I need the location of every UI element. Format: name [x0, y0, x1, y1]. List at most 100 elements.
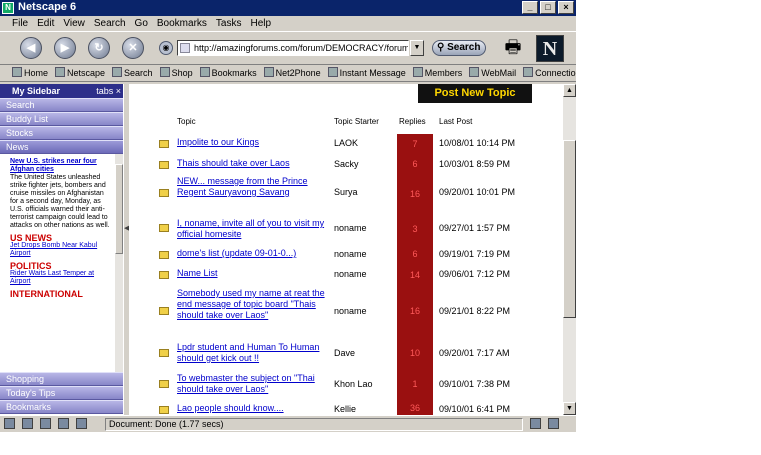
scrollbar-thumb[interactable] — [563, 140, 576, 318]
folder-icon — [159, 406, 169, 414]
toolbar-shop[interactable]: Shop — [159, 65, 193, 81]
back-button[interactable]: ◀ — [20, 37, 42, 59]
navigator-icon[interactable] — [4, 418, 15, 429]
toolbar-search[interactable]: Search — [112, 65, 153, 81]
menu-search[interactable]: Search — [94, 16, 126, 31]
topic-link[interactable]: I, noname, invite all of you to visit my… — [177, 218, 331, 240]
menu-view[interactable]: View — [63, 16, 85, 31]
chevron-down-icon: ▼ — [413, 44, 421, 51]
folder-icon — [159, 307, 169, 315]
reply-count: 6 — [397, 244, 433, 265]
scroll-down-button[interactable]: ▼ — [563, 402, 576, 415]
topic-link[interactable]: Thais should take over Laos — [177, 158, 331, 169]
print-icon[interactable]: 🖶 — [500, 37, 526, 57]
message-icon — [327, 67, 338, 77]
sidebar-tabs-menu[interactable]: tabs × — [96, 84, 121, 98]
topic-link[interactable]: Name List — [177, 268, 331, 279]
toolbar-members-label: Members — [424, 68, 463, 78]
header-topic-starter: Topic Starter — [334, 117, 379, 126]
sidebar-tabs-label: tabs — [96, 86, 114, 96]
topic-starter: Dave — [334, 348, 356, 358]
sidebar-tab-news[interactable]: News — [0, 140, 123, 154]
online-status-icon[interactable] — [530, 418, 541, 429]
toolbar-net2phone-label: Net2Phone — [275, 68, 321, 78]
post-new-topic-button[interactable]: Post New Topic — [418, 84, 532, 103]
maximize-button[interactable]: □ — [540, 1, 556, 14]
topic-link[interactable]: Lpdr student and Human To Human should g… — [177, 342, 331, 364]
topic-starter: LAOK — [334, 138, 359, 148]
security-lock-icon[interactable] — [548, 418, 559, 429]
toolbar-search-label: Search — [124, 68, 153, 78]
topic-link[interactable]: dome's list (update 09-01-0...) — [177, 248, 331, 259]
shop-icon — [159, 67, 170, 77]
sidebar-tab-todays-tips[interactable]: Today's Tips — [0, 386, 123, 400]
netscape-logo[interactable]: N — [536, 35, 564, 62]
folder-icon — [159, 251, 169, 259]
sidebar-tab-search[interactable]: Search — [0, 98, 123, 112]
last-post-date: 09/21/01 8:22 PM — [439, 306, 511, 316]
menu-edit[interactable]: Edit — [37, 16, 54, 31]
phone-icon — [263, 67, 274, 77]
menu-go[interactable]: Go — [135, 16, 148, 31]
toolbar-webmail[interactable]: WebMail — [469, 65, 516, 81]
url-input[interactable]: http://amazingforums.com/forum/DEMOCRACY… — [177, 40, 409, 56]
address-book-icon[interactable] — [58, 418, 69, 429]
composer-icon[interactable] — [40, 418, 51, 429]
topic-link[interactable]: Impolite to our Kings — [177, 137, 331, 148]
toolbar-net2phone[interactable]: Net2Phone — [263, 65, 321, 81]
instant-messenger-icon[interactable] — [76, 418, 87, 429]
menu-file[interactable]: File — [12, 16, 28, 31]
scroll-up-button[interactable]: ▲ — [563, 84, 576, 97]
chevron-down-icon: ▼ — [566, 405, 573, 412]
sidebar-title: My Sidebar — [12, 86, 61, 96]
reply-count: 16 — [397, 285, 433, 337]
toolbar-connections[interactable]: Connections — [523, 65, 576, 81]
home-icon — [12, 67, 22, 77]
news-scrollbar[interactable] — [115, 154, 123, 372]
members-icon — [412, 67, 423, 77]
topic-link[interactable]: Somebody used my name at reat the end me… — [177, 288, 331, 321]
menu-help[interactable]: Help — [250, 16, 271, 31]
toolbar-bookmarks[interactable]: Bookmarks — [199, 65, 257, 81]
url-dropdown-button[interactable]: ▼ — [410, 40, 424, 56]
reply-count: 14 — [397, 265, 433, 285]
topic-link[interactable]: Lao people should know.... — [177, 403, 331, 414]
menu-bookmarks[interactable]: Bookmarks — [157, 16, 207, 31]
stop-button[interactable]: ✕ — [122, 37, 144, 59]
reload-button[interactable]: ↻ — [88, 37, 110, 59]
menu-tasks[interactable]: Tasks — [216, 16, 242, 31]
search-button[interactable]: ⚲ Search — [432, 40, 486, 56]
toolbar-members[interactable]: Members — [412, 65, 463, 81]
topic-starter: Kellie — [334, 404, 357, 414]
bookmark-page-icon[interactable]: ◉ — [159, 41, 173, 55]
topic-link[interactable]: To webmaster the subject on "Thai should… — [177, 373, 331, 395]
reply-count: 16 — [397, 174, 433, 214]
news-politics-link[interactable]: Rider Waits Last Temper at Airport — [10, 270, 111, 286]
netscape-app-icon: N — [2, 2, 14, 14]
minimize-button[interactable]: _ — [522, 1, 538, 14]
topic-starter: noname — [334, 223, 367, 233]
topic-link[interactable]: NEW... message from the Prince Regent Sa… — [177, 176, 331, 198]
toolbar-bookmarks-label: Bookmarks — [211, 68, 257, 78]
close-button[interactable]: × — [558, 1, 574, 14]
content-scrollbar[interactable]: ▲ ▼ — [563, 84, 576, 415]
chevron-up-icon: ▲ — [566, 87, 573, 94]
mail-icon[interactable] — [22, 418, 33, 429]
header-topic: Topic — [177, 117, 196, 126]
toolbar-instant-message[interactable]: Instant Message — [327, 65, 406, 81]
sidebar-tab-buddy-list[interactable]: Buddy List — [0, 112, 123, 126]
topic-starter: Sacky — [334, 159, 359, 169]
personal-toolbar: Home Netscape Search Shop Bookmarks Net2… — [0, 65, 576, 82]
toolbar-netscape[interactable]: Netscape — [55, 65, 105, 81]
news-us-link[interactable]: Jet Drops Bomb Near Kabul Airport — [10, 242, 111, 258]
toolbar-home[interactable]: Home — [12, 65, 48, 81]
netscape-icon — [55, 67, 66, 77]
news-scrollbar-thumb[interactable] — [115, 164, 123, 254]
sidebar-tab-bookmarks[interactable]: Bookmarks — [0, 400, 123, 414]
sidebar-tab-stocks[interactable]: Stocks — [0, 126, 123, 140]
forward-button[interactable]: ▶ — [54, 37, 76, 59]
news-headline-link[interactable]: New U.S. strikes near four Afghan cities — [10, 158, 111, 174]
sidebar-tab-shopping[interactable]: Shopping — [0, 372, 123, 386]
toolbar-netscape-label: Netscape — [67, 68, 106, 78]
news-panel: New U.S. strikes near four Afghan cities… — [0, 154, 123, 372]
